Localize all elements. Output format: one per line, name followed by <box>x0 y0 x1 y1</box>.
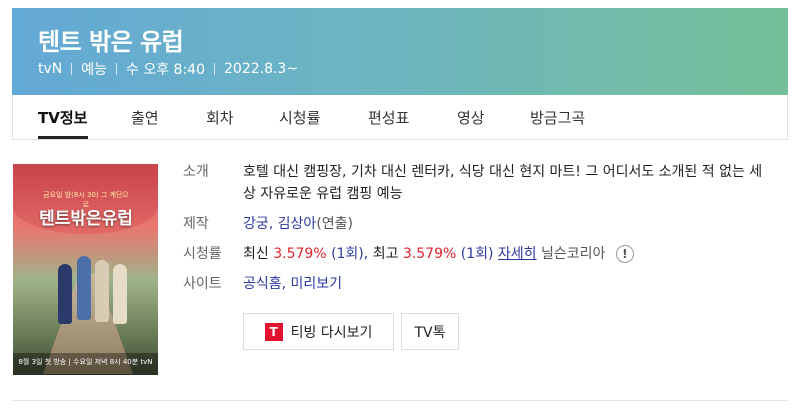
genre-label: 예능 <box>81 62 108 78</box>
info-icon[interactable]: ! <box>615 245 634 263</box>
program-meta: tvN 예능 수 오후 8:40 2022.8.3~ <box>38 59 298 79</box>
tab-ratings[interactable]: 시청률 <box>279 107 320 128</box>
tab-tv-info[interactable]: TV정보 <box>38 107 87 128</box>
section-divider <box>12 400 788 401</box>
ratings-value: 최신 3.579% (1회), 최고 3.579% (1회) 자세히 닐슨코리아… <box>243 243 634 265</box>
ratings-detail-link[interactable]: 자세히 <box>498 246 537 262</box>
poster-person <box>113 264 127 324</box>
program-poster[interactable]: 금요일 밤(8시 30) 그 계단으로 텐트밖은유럽 8월 3일 첫 방송 | … <box>13 164 158 375</box>
meta-divider <box>71 63 73 75</box>
poster-person <box>58 264 72 324</box>
start-date-label: 2022.8.3~ <box>224 61 299 77</box>
production-role: (연출) <box>316 216 353 232</box>
poster-person <box>95 260 109 322</box>
tab-just-played-song[interactable]: 방금그곡 <box>530 107 585 128</box>
tv-talk-button[interactable]: TV톡 <box>401 313 459 350</box>
meta-divider <box>214 63 215 75</box>
poster-footer: 8월 3일 첫 방송 | 수요일 저녁 8시 40분 tvN <box>13 353 158 375</box>
poster-logo: 텐트밖은유럽 <box>39 209 133 229</box>
production-value: 강궁, 김상아(연출) <box>243 213 353 235</box>
ratings-label: 시청률 <box>183 246 222 262</box>
production-names[interactable]: 강궁, 김상아 <box>243 216 316 232</box>
ratings-best-value: 3.579% <box>402 246 457 262</box>
production-label: 제작 <box>183 216 209 232</box>
meta-divider <box>116 63 118 75</box>
tving-icon: T <box>264 322 283 341</box>
tab-cast[interactable]: 출연 <box>131 107 159 128</box>
program-tabs: TV정보 출연 회차 시청률 편성표 영상 방금그곡 <box>12 95 788 140</box>
site-links: 공식홈, 미리보기 <box>243 273 342 295</box>
site-label: 사이트 <box>183 276 222 292</box>
intro-label: 소개 <box>183 164 209 180</box>
preview-link[interactable]: 미리보기 <box>291 276 343 292</box>
ratings-latest-label: 최신 <box>243 246 269 262</box>
intro-text: 호텔 대신 캠핑장, 기차 대신 렌터카, 식당 대신 현지 마트! 그 어디서… <box>243 164 763 202</box>
program-header: 텐트 밖은 유럽 tvN 예능 수 오후 8:40 2022.8.3~ <box>12 8 788 95</box>
active-tab-indicator <box>38 136 88 139</box>
ratings-latest-value: 3.579% <box>273 246 327 262</box>
airtime-label: 수 오후 8:40 <box>126 62 205 78</box>
official-home-link[interactable]: 공식홈 <box>243 276 282 292</box>
ratings-latest-episode[interactable]: (1회), <box>331 246 368 262</box>
tab-videos[interactable]: 영상 <box>457 107 485 128</box>
site-separator: , <box>281 276 287 292</box>
ratings-source: 닐슨코리아 <box>541 246 606 262</box>
poster-person <box>77 256 91 320</box>
tab-schedule[interactable]: 편성표 <box>368 107 409 128</box>
tab-episodes[interactable]: 회차 <box>206 107 234 128</box>
program-title[interactable]: 텐트 밖은 유럽 <box>38 22 184 57</box>
ratings-best-episode[interactable]: (1회) <box>461 246 494 262</box>
channel-name[interactable]: tvN <box>38 61 62 77</box>
tv-talk-label: TV톡 <box>414 324 446 341</box>
tving-replay-button[interactable]: T 티빙 다시보기 <box>243 313 394 350</box>
tving-replay-label: 티빙 다시보기 <box>290 324 373 341</box>
ratings-best-label: 최고 <box>372 246 399 262</box>
